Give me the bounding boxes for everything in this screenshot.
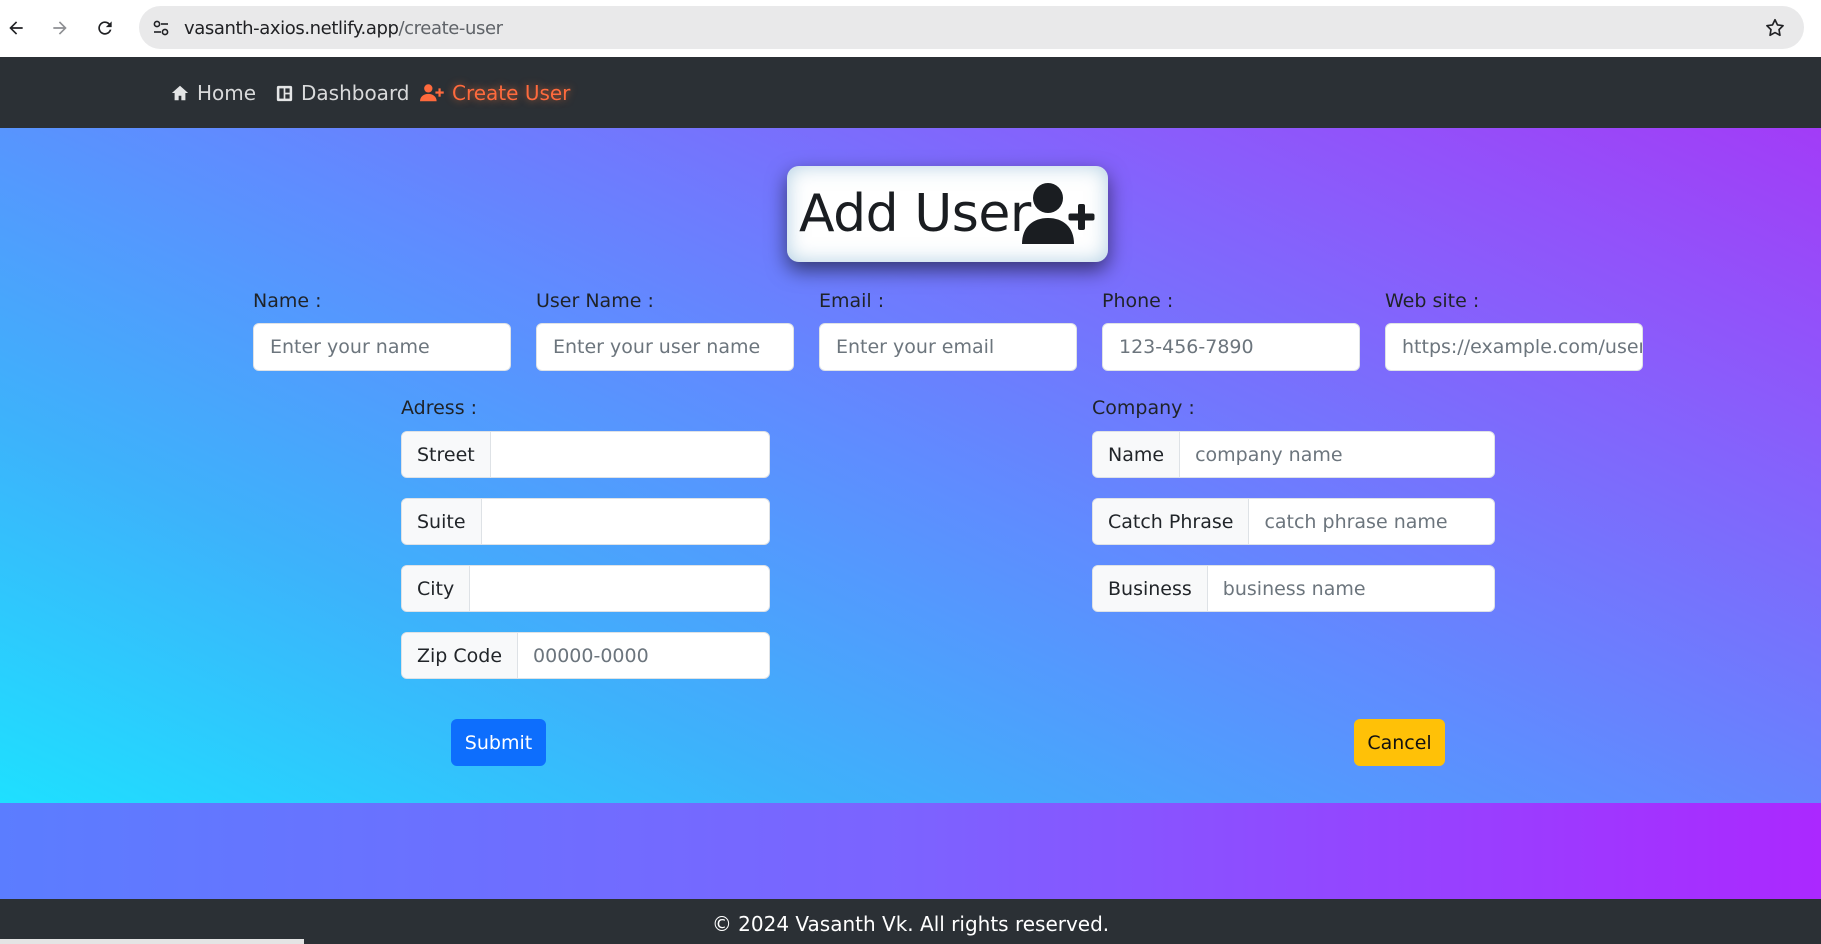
dashboard-icon xyxy=(276,85,293,101)
address-bar[interactable]: vasanth-axios.netlify.app/create-user xyxy=(139,6,1804,49)
company-name-input-group: Name company name xyxy=(1092,431,1495,478)
submit-button[interactable]: Submit xyxy=(451,719,546,766)
phone-input[interactable]: 123-456-7890 xyxy=(1102,323,1360,371)
lower-band xyxy=(0,803,1821,899)
street-input[interactable] xyxy=(491,432,769,477)
nav-create-user[interactable]: Create User xyxy=(420,81,570,105)
website-label: Web site : xyxy=(1385,290,1480,312)
username-input[interactable]: Enter your user name xyxy=(536,323,794,371)
nav-create-user-label: Create User xyxy=(452,81,571,105)
catch-phrase-input[interactable]: catch phrase name xyxy=(1249,499,1494,544)
horizontal-scrollbar[interactable] xyxy=(0,939,304,944)
username-label: User Name : xyxy=(536,290,654,312)
bookmark-star-icon[interactable] xyxy=(1764,17,1786,39)
nav-dashboard-label: Dashboard xyxy=(301,81,410,105)
back-arrow-icon[interactable] xyxy=(0,12,32,44)
zip-addon: Zip Code xyxy=(402,633,519,678)
street-addon: Street xyxy=(402,432,491,477)
zip-input-group: Zip Code 00000-0000 xyxy=(401,632,770,679)
user-plus-icon xyxy=(1022,183,1095,244)
catch-phrase-input-group: Catch Phrase catch phrase name xyxy=(1092,498,1495,545)
footer: © 2024 Vasanth Vk. All rights reserved. xyxy=(0,899,1821,944)
url-text: vasanth-axios.netlify.app/create-user xyxy=(184,18,503,39)
business-input-group: Business business name xyxy=(1092,565,1495,612)
city-input[interactable] xyxy=(470,566,769,611)
street-input-group: Street xyxy=(401,431,770,478)
url-path: /create-user xyxy=(398,18,504,39)
app-navbar: Home Dashboard Create User xyxy=(0,57,1821,128)
forward-arrow-icon[interactable] xyxy=(44,12,76,44)
email-input[interactable]: Enter your email xyxy=(819,323,1077,371)
browser-toolbar: vasanth-axios.netlify.app/create-user xyxy=(0,0,1821,56)
city-addon: City xyxy=(402,566,471,611)
reload-icon[interactable] xyxy=(89,12,121,44)
name-input[interactable]: Enter your name xyxy=(253,323,511,371)
suite-input-group: Suite xyxy=(401,498,770,545)
home-icon xyxy=(171,85,189,101)
footer-copyright: © 2024 Vasanth Vk. All rights reserved. xyxy=(711,912,1110,936)
website-input[interactable]: https://example.com/user xyxy=(1385,323,1643,371)
company-name-input[interactable]: company name xyxy=(1180,432,1494,477)
email-label: Email : xyxy=(819,290,885,312)
cancel-button[interactable]: Cancel xyxy=(1354,719,1445,766)
company-name-addon: Name xyxy=(1093,432,1181,477)
catch-phrase-addon: Catch Phrase xyxy=(1093,499,1250,544)
nav-home-label: Home xyxy=(197,81,257,105)
suite-addon: Suite xyxy=(402,499,482,544)
company-label: Company : xyxy=(1092,397,1195,419)
business-input[interactable]: business name xyxy=(1208,566,1494,611)
name-label: Name : xyxy=(253,290,322,312)
page-title: Add User xyxy=(799,184,1031,244)
business-addon: Business xyxy=(1093,566,1208,611)
address-label: Adress : xyxy=(401,397,478,419)
zip-input[interactable]: 00000-0000 xyxy=(518,633,769,678)
url-host: vasanth-axios.netlify.app xyxy=(184,18,399,39)
user-plus-icon xyxy=(420,84,444,102)
nav-dashboard[interactable]: Dashboard xyxy=(276,81,410,105)
phone-label: Phone : xyxy=(1102,290,1174,312)
suite-input[interactable] xyxy=(482,499,769,544)
city-input-group: City xyxy=(401,565,770,612)
site-settings-icon[interactable] xyxy=(151,18,171,38)
nav-home[interactable]: Home xyxy=(171,81,256,105)
page-title-card: Add User xyxy=(787,166,1108,262)
